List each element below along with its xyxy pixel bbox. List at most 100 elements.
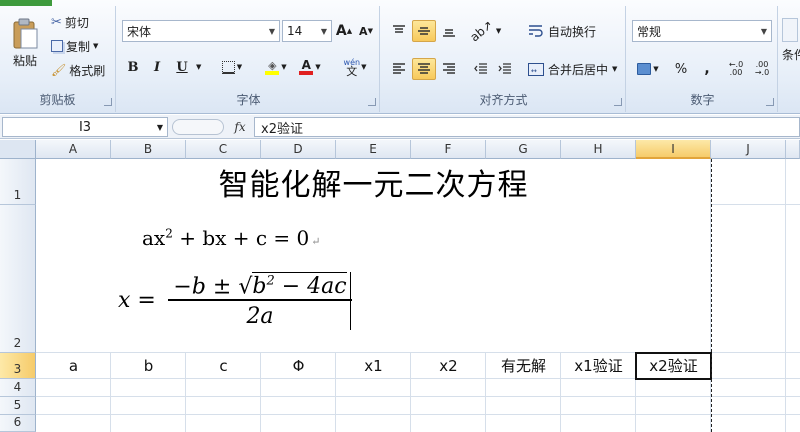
gridline [711, 204, 800, 205]
copy-label: 复制 [66, 39, 91, 54]
merge-center-button[interactable]: ↔ 合并后居中 ▼ [524, 58, 621, 80]
font-color-icon: A [299, 59, 314, 75]
fill-bucket-icon: ◈ [265, 60, 280, 75]
active-cell-selection[interactable] [635, 352, 712, 380]
orientation-icon: ab↗ [467, 17, 496, 45]
styles-group: 条件 [780, 6, 800, 112]
gridline [785, 159, 786, 432]
formula-radicand-base: b [252, 274, 267, 300]
column-header-i[interactable]: I [636, 140, 711, 159]
align-right-button[interactable] [438, 58, 460, 80]
conditional-format-label[interactable]: 条件 [782, 46, 800, 63]
align-center-button[interactable] [412, 58, 436, 80]
name-box[interactable]: I3 ▼ [2, 117, 168, 137]
fill-color-button[interactable]: ◈ ▼ [260, 56, 292, 78]
chevron-down-icon: ▼ [653, 65, 659, 73]
paste-icon [13, 18, 38, 48]
formula-bar-resize-handle[interactable] [172, 119, 224, 135]
cell-c3[interactable]: c [186, 353, 261, 378]
align-right-icon [443, 63, 455, 74]
chevron-down-icon: ▼ [236, 63, 243, 71]
chevron-down-icon: ▼ [320, 26, 328, 36]
cell-b3[interactable]: b [111, 353, 186, 378]
format-painter-button[interactable]: 🖌 格式刷 [50, 60, 106, 80]
row-header-6[interactable]: 6 [0, 415, 36, 432]
increase-decimal-button[interactable]: ←.0 .00 [724, 58, 748, 80]
font-color-button[interactable]: A ▼ [294, 56, 326, 78]
copy-button[interactable]: 复制 ▼ [50, 36, 99, 56]
align-bottom-button[interactable] [438, 20, 460, 42]
font-launcher-icon[interactable] [368, 98, 376, 106]
row-header-5[interactable]: 5 [0, 397, 36, 415]
font-name-select[interactable]: 宋体 ▼ [122, 20, 280, 42]
column-header-b[interactable]: B [111, 140, 186, 159]
cell-f3[interactable]: x2 [411, 353, 486, 378]
font-name-value: 宋体 [127, 24, 152, 39]
phonetic-icon: wén 文 [344, 58, 361, 78]
borders-button[interactable]: ▼ [216, 56, 248, 78]
percent-button[interactable]: % [670, 58, 692, 80]
row-header-4[interactable]: 4 [0, 379, 36, 397]
sqrt-icon: √ [238, 274, 253, 300]
cell-g3[interactable]: 有无解 [486, 353, 561, 378]
select-all-button[interactable] [0, 140, 36, 159]
cell-d3[interactable]: Φ [261, 353, 336, 378]
increase-indent-button[interactable] [494, 58, 516, 80]
insert-function-button[interactable]: fx [228, 117, 252, 137]
decrease-decimal-button[interactable]: .00 →.0 [750, 58, 774, 80]
row-header-1[interactable]: 1 [0, 159, 36, 205]
chevron-down-icon[interactable]: ▼ [196, 63, 201, 71]
wrap-text-label: 自动换行 [548, 24, 597, 39]
font-size-select[interactable]: 14 ▼ [282, 20, 332, 42]
column-header-d[interactable]: D [261, 140, 336, 159]
bold-button[interactable]: B [122, 56, 144, 78]
chevron-down-icon: ▼ [156, 122, 163, 132]
formula-input[interactable]: x2验证 [254, 117, 800, 137]
italic-button[interactable]: I [146, 56, 168, 78]
number-format-select[interactable]: 常规 ▼ [632, 20, 772, 42]
paste-button[interactable]: 粘贴 [4, 10, 46, 76]
number-launcher-icon[interactable] [766, 98, 774, 106]
underline-button[interactable]: U [170, 56, 194, 78]
accounting-format-button[interactable]: ▼ [632, 58, 664, 80]
formula-input-value: x2验证 [261, 121, 303, 137]
alignment-launcher-icon[interactable] [614, 98, 622, 106]
column-header-e[interactable]: E [336, 140, 411, 159]
align-left-button[interactable] [388, 58, 410, 80]
phonetic-char: 文 [346, 65, 358, 78]
worksheet-grid[interactable]: A B C D E F G H I J 1 2 3 4 5 6 智能化解一元二次… [0, 140, 800, 432]
cut-button[interactable]: ✂ 剪切 [50, 12, 90, 32]
column-header-c[interactable]: C [186, 140, 261, 159]
formula-radicand-exp: 2 [266, 274, 275, 289]
conditional-format-icon[interactable] [782, 18, 798, 42]
page-break-line [711, 159, 712, 432]
clipboard-group-label: 剪贴板 [39, 93, 76, 107]
comma-button[interactable]: , [696, 58, 718, 80]
formula-num-prefix: −b ± [173, 274, 239, 300]
row-header-2[interactable]: 2 [0, 205, 36, 353]
column-header-h[interactable]: H [561, 140, 636, 159]
column-header-k[interactable] [786, 140, 800, 159]
shrink-font-button[interactable]: A ▼ [356, 20, 376, 42]
cell-a3[interactable]: a [36, 353, 111, 378]
cell-e3[interactable]: x1 [336, 353, 411, 378]
decrease-indent-button[interactable] [470, 58, 492, 80]
chevron-down-icon: ▼ [93, 42, 99, 50]
chevron-down-icon: ▼ [268, 26, 276, 36]
column-header-g[interactable]: G [486, 140, 561, 159]
grow-font-button[interactable]: A ▲ [334, 20, 354, 42]
row-header-3[interactable]: 3 [0, 353, 36, 379]
column-header-f[interactable]: F [411, 140, 486, 159]
align-middle-button[interactable] [412, 20, 436, 42]
clipboard-launcher-icon[interactable] [104, 98, 112, 106]
align-top-button[interactable] [388, 20, 410, 42]
cell-h3[interactable]: x1验证 [561, 353, 636, 378]
formula-bar: I3 ▼ fx x2验证 [0, 115, 800, 139]
sheet-title[interactable]: 智能化解一元二次方程 [37, 159, 710, 204]
column-header-a[interactable]: A [36, 140, 111, 159]
orientation-button[interactable]: ab↗ ▼ [467, 17, 501, 45]
column-header-j[interactable]: J [711, 140, 786, 159]
formula-radicand-rest: − 4ac [274, 274, 347, 300]
phonetic-button[interactable]: wén 文 ▼ [338, 56, 372, 78]
wrap-text-button[interactable]: 自动换行 [524, 20, 600, 42]
